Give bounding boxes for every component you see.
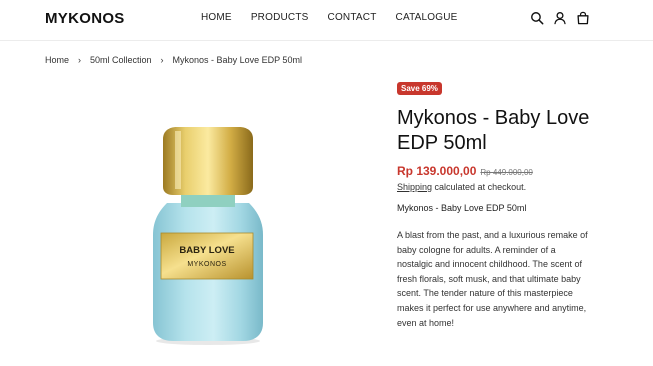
breadcrumb-separator: ›: [160, 55, 164, 65]
product-subtitle: Mykonos - Baby Love EDP 50ml: [397, 203, 527, 213]
site-header: MYKONOS HOME PRODUCTS CONTACT CATALOGUE: [0, 0, 653, 41]
breadcrumb-separator: ›: [78, 55, 82, 65]
compare-price: Rp 449.000,00: [480, 168, 533, 177]
nav-catalogue[interactable]: CATALOGUE: [396, 12, 458, 23]
breadcrumb-current: Mykonos - Baby Love EDP 50ml: [172, 55, 302, 65]
nav-products[interactable]: PRODUCTS: [251, 12, 309, 23]
cart-icon[interactable]: [576, 11, 590, 25]
search-icon[interactable]: [530, 11, 544, 25]
shipping-text: calculated at checkout.: [432, 182, 527, 192]
product-title: Mykonos - Baby Love EDP 50ml: [397, 107, 590, 154]
site-logo[interactable]: MYKONOS: [45, 10, 125, 27]
price-row: Rp 139.000,00 Rp 449.000,00: [397, 164, 597, 178]
nav-home[interactable]: HOME: [201, 12, 232, 23]
account-icon[interactable]: [553, 11, 567, 25]
label-line2: MYKONOS: [187, 261, 226, 268]
breadcrumb: Home › 50ml Collection › Mykonos - Baby …: [45, 55, 302, 65]
product-description: A blast from the past, and a luxurious r…: [397, 230, 588, 328]
shipping-note: Shipping calculated at checkout.: [397, 182, 597, 192]
product-info: Save 69% Mykonos - Baby Love EDP 50ml Rp…: [397, 78, 597, 330]
breadcrumb-collection[interactable]: 50ml Collection: [90, 55, 152, 65]
main-nav: HOME PRODUCTS CONTACT CATALOGUE: [201, 12, 477, 23]
header-icons: [530, 11, 590, 25]
sale-badge: Save 69%: [397, 82, 442, 95]
product-image[interactable]: BABY LOVE MYKONOS: [95, 95, 335, 355]
sale-price: Rp 139.000,00: [397, 164, 477, 178]
nav-contact[interactable]: CONTACT: [328, 12, 377, 23]
shipping-link[interactable]: Shipping: [397, 182, 432, 192]
label-line1: BABY LOVE: [179, 245, 234, 256]
breadcrumb-home[interactable]: Home: [45, 55, 69, 65]
